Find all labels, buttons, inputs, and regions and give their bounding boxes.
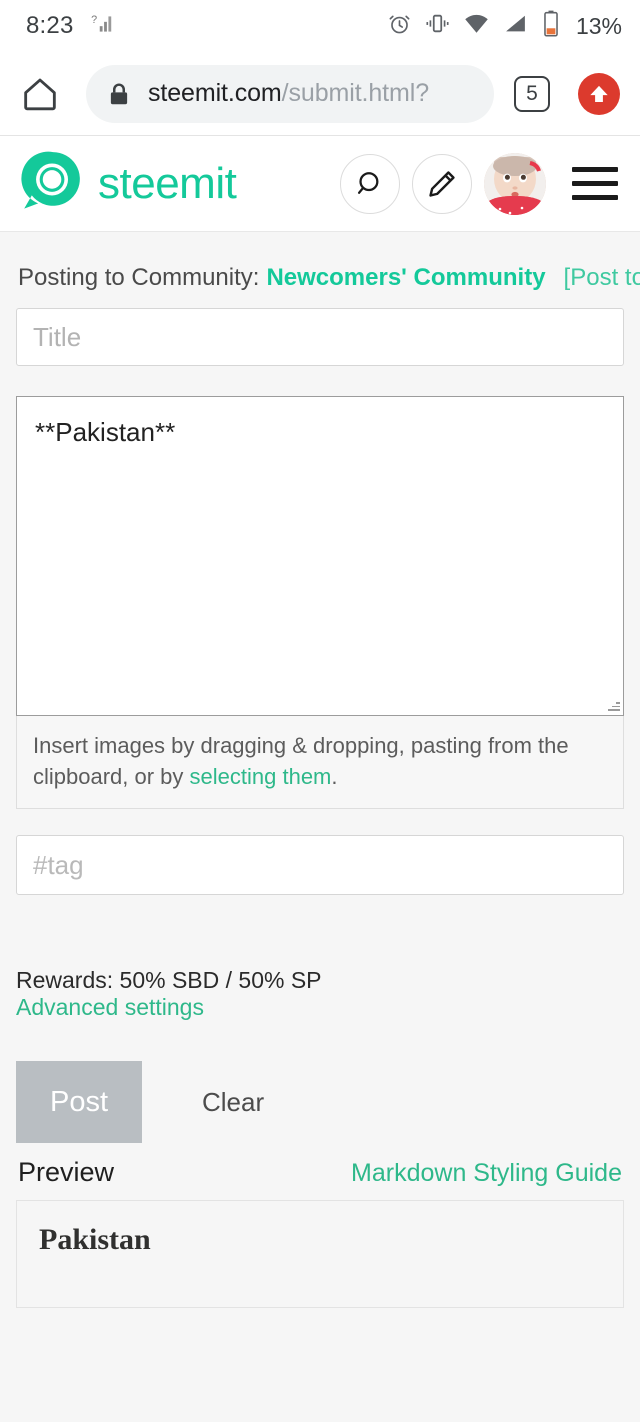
post-button[interactable]: Post: [16, 1061, 142, 1144]
editor-help-suffix: .: [331, 764, 338, 790]
search-icon[interactable]: [340, 153, 400, 214]
rewards-text: Rewards: 50% SBD / 50% SP: [16, 967, 322, 994]
pencil-icon[interactable]: [412, 153, 472, 214]
cellular-icon: [503, 11, 528, 41]
posting-to-community-line: Posting to Community: Newcomers' Communi…: [16, 232, 640, 308]
markdown-styling-guide-link[interactable]: Markdown Styling Guide: [351, 1159, 622, 1188]
battery-percent-label: 13%: [575, 12, 622, 39]
address-bar[interactable]: steemit.com/submit.html?: [86, 64, 494, 123]
title-input-placeholder: Title: [33, 321, 82, 352]
tag-input[interactable]: #tag: [16, 835, 624, 896]
post-body-editor-wrap: **Pakistan** Insert images by dragging &…: [16, 396, 624, 810]
post-body-textarea[interactable]: **Pakistan**: [16, 396, 624, 716]
post-to-blog-link[interactable]: [Post to blog]: [564, 264, 640, 292]
menu-bar-2: [572, 181, 618, 186]
community-name-link[interactable]: Newcomers' Community: [266, 264, 545, 292]
title-input[interactable]: Title: [16, 308, 624, 366]
lock-icon: [106, 81, 132, 107]
preview-label: Preview: [18, 1157, 115, 1188]
url-path: /submit.html?: [281, 79, 430, 107]
submit-post-page: Posting to Community: Newcomers' Communi…: [0, 232, 640, 1422]
steemit-logo-icon: [18, 148, 84, 219]
textarea-resize-handle[interactable]: [606, 698, 620, 712]
status-bar-right-icons: 13%: [387, 10, 622, 42]
steemit-logo-link[interactable]: steemit: [18, 148, 237, 219]
composer-actions-row: Post Clear: [16, 1061, 624, 1144]
browser-toolbar: steemit.com/submit.html? 5: [0, 52, 640, 136]
avatar[interactable]: [484, 152, 546, 215]
preview-pane: Pakistan: [16, 1200, 624, 1309]
tag-input-placeholder: #tag: [33, 849, 84, 880]
vibrate-icon: [425, 11, 450, 41]
editor-help-text: Insert images by dragging & dropping, pa…: [16, 716, 624, 810]
svg-text:?: ?: [91, 13, 97, 25]
post-body-value: **Pakistan**: [35, 417, 176, 447]
android-status-bar: 8:23 ? 13%: [0, 0, 640, 52]
posting-to-label: Posting to Community:: [18, 264, 260, 291]
wifi-icon: [463, 10, 490, 42]
battery-low-icon: [541, 10, 561, 42]
status-bar-left-icons: ?: [90, 11, 116, 42]
signal-unknown-icon: ?: [90, 11, 116, 42]
upload-arrow-icon[interactable]: [578, 72, 620, 115]
menu-bar-1: [572, 167, 618, 172]
header-action-buttons: [340, 152, 622, 215]
hamburger-menu-icon[interactable]: [572, 167, 618, 200]
clear-button[interactable]: Clear: [202, 1087, 264, 1118]
address-bar-url: steemit.com/submit.html?: [148, 79, 429, 108]
menu-bar-3: [572, 195, 618, 200]
preview-header-row: Preview Markdown Styling Guide: [16, 1157, 624, 1188]
preview-rendered-text: Pakistan: [39, 1223, 151, 1257]
alarm-icon: [387, 11, 412, 41]
steemit-brand-name: steemit: [98, 158, 237, 208]
home-icon[interactable]: [16, 70, 64, 118]
select-images-link[interactable]: selecting them: [190, 764, 332, 789]
tab-counter-button[interactable]: 5: [514, 75, 550, 112]
status-bar-clock: 8:23: [26, 12, 74, 39]
advanced-settings-link[interactable]: Advanced settings: [16, 994, 204, 1020]
steemit-site-header: steemit: [0, 136, 640, 232]
url-domain: steemit.com: [148, 79, 282, 107]
